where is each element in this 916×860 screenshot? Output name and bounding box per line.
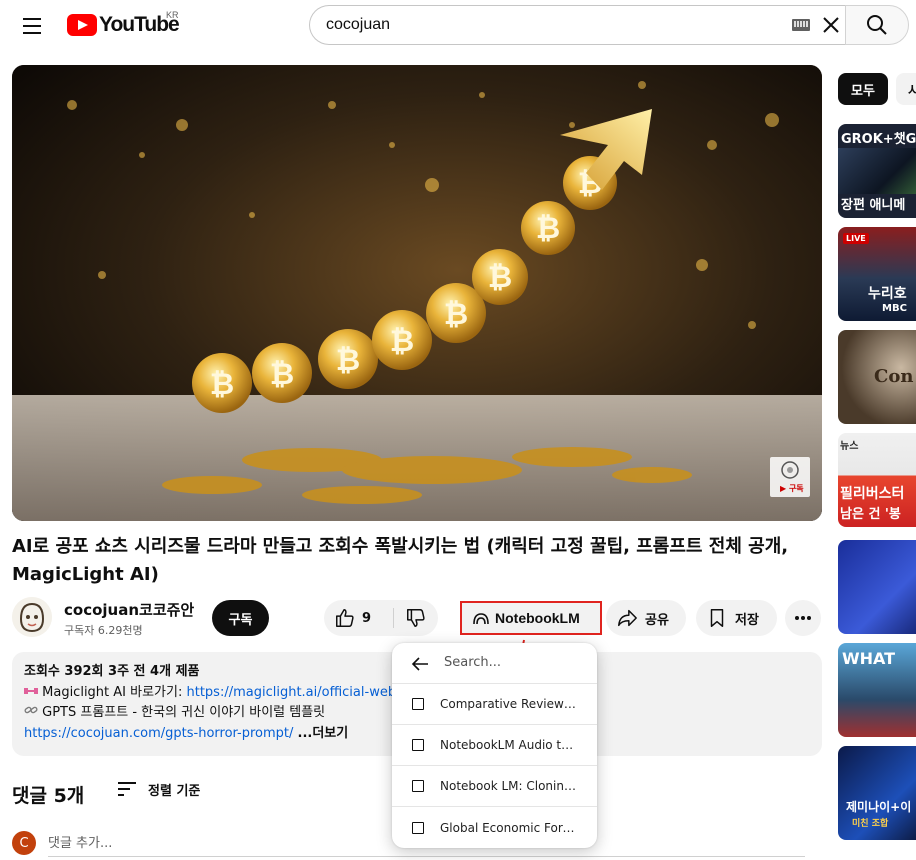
magiclight-link[interactable]: https://magiclight.ai/official-web [187,685,397,700]
thumbs-up-icon [336,609,354,627]
notebook-checkbox[interactable] [412,821,424,834]
notebook-option[interactable]: NotebookLM Audio to Video Guide [392,725,597,766]
chip-second[interactable]: 시 [896,73,916,105]
notebook-option-label: Comparative Reviews of AI Video Tools [440,697,580,711]
thumbnail-text: Con [874,366,914,387]
svg-text:₿: ₿ [390,324,414,359]
svg-text:₿: ₿ [270,357,294,392]
video-frame: ₿ ₿ ₿ ₿₿₿ ₿₿ [12,65,822,521]
video-player[interactable]: ₿ ₿ ₿ ₿ ₿ ₿ ₿ ₿ ▶ 구독 [12,65,822,521]
my-avatar[interactable]: C [12,831,36,855]
watermark-label: ▶ 구독 [780,484,804,493]
more-actions-button[interactable] [785,600,821,636]
recommended-video-thumbnail[interactable]: WHAT [838,643,916,737]
thumbnail-text: 제미나이+이 [846,800,912,814]
dropdown-search-input[interactable] [444,655,584,670]
thumbnail-text: 필리버스터 [840,486,905,502]
thumbnail-text: WHAT [842,649,896,668]
channel-avatar-icon [12,597,52,637]
thumbnail-text: 누리호 [868,286,907,302]
svg-text:₿: ₿ [488,260,512,295]
recommended-video-thumbnail[interactable]: GROK+챗GPT 장편 애니메 [838,124,916,218]
back-arrow-icon[interactable] [410,654,430,674]
thumbs-down-icon [407,609,425,627]
search-button[interactable] [845,5,909,45]
share-button[interactable]: 공유 [606,600,686,636]
dropdown-search-row [392,643,597,684]
sort-icon [118,782,136,796]
description-line-2-text: GPTS 프롬프트 - 한국의 귀신 이야기 바이럴 템플릿 [42,705,326,720]
video-title: AI로 공포 쇼츠 시리즈물 드라마 만들고 조회수 폭발시키는 법 (캐릭터 … [12,536,789,585]
top-bar: YouTube KR [0,0,916,52]
save-label: 저장 [735,612,759,628]
notebook-checkbox[interactable] [412,780,424,792]
notebook-checkbox[interactable] [412,698,424,710]
search-box [309,5,845,45]
notebooklm-button[interactable]: NotebookLM [460,601,602,635]
pink-dumbbell-icon [24,687,38,694]
search-input[interactable] [326,16,766,34]
show-more-button[interactable]: ...더보기 [298,726,349,741]
more-horizontal-icon [795,616,811,620]
thumbnail-text: GROK+챗GPT [841,132,916,147]
notebook-checkbox[interactable] [412,739,424,751]
like-button[interactable]: 9 [324,600,392,636]
sort-label: 정렬 기준 [148,783,201,799]
recommended-video-thumbnail[interactable]: Con [838,330,916,424]
gpts-prompt-link[interactable]: https://cocojuan.com/gpts-horror-prompt/ [24,726,293,741]
like-dislike-group: 9 [324,600,438,636]
notebook-select-dropdown: Comparative Reviews of AI Video Tools No… [392,643,597,848]
thumbnail-text: 뉴스 [840,441,859,452]
thumbnail-text: 장편 애니메 [841,198,906,213]
recommended-video-thumbnail[interactable]: 제미나이+이 미친 조합 [838,746,916,840]
svg-text:₿: ₿ [536,211,560,246]
search-icon [867,15,887,35]
notebooklm-icon [473,613,489,625]
country-code: KR [166,10,179,20]
subscribe-button[interactable]: 구독 [212,600,269,636]
share-label: 공유 [645,612,669,628]
channel-name[interactable]: cocojuan코코쥬안 [64,599,194,620]
like-count: 9 [362,610,372,626]
notebook-option-label: Notebook LM: Cloning Your Voice [440,779,580,793]
hamburger-menu-icon[interactable] [14,8,50,44]
link-icon [24,706,38,714]
svg-text:₿: ₿ [210,367,234,402]
thumbnail-text: MBC [882,303,907,314]
share-icon [618,609,637,627]
comments-count-heading: 댓글 5개 [12,785,85,807]
youtube-play-icon [67,14,97,36]
thumbnail-text: 미친 조합 [852,819,889,829]
notebooklm-label: NotebookLM [495,610,580,626]
bookmark-icon [710,609,724,627]
recommended-video-thumbnail[interactable] [838,540,916,634]
chip-all[interactable]: 모두 [838,73,888,105]
dislike-button[interactable] [394,600,438,636]
channel-watermark-icon [781,461,799,479]
subscribe-watermark[interactable]: ▶ 구독 [770,457,810,497]
notebook-option[interactable]: Global Economic Forecast [392,807,597,848]
description-line-1-text: Magiclight AI 바로가기: [42,684,187,700]
youtube-logo[interactable]: YouTube [67,12,180,38]
live-badge: LIVE [843,233,869,244]
recommended-video-thumbnail[interactable]: 뉴스 필리버스터 남은 건 '봉 [838,433,916,527]
notebook-option-label: NotebookLM Audio to Video Guide [440,738,580,752]
notebook-option[interactable]: Comparative Reviews of AI Video Tools [392,684,597,725]
svg-text:₿: ₿ [444,297,468,332]
channel-avatar[interactable] [12,597,52,637]
notebook-option-label: Global Economic Forecast [440,820,580,835]
recommended-video-thumbnail[interactable]: LIVE 누리호 MBC [838,227,916,321]
save-button[interactable]: 저장 [696,600,777,636]
notebook-option[interactable]: Notebook LM: Cloning Your Voice [392,766,597,807]
keyboard-icon[interactable] [792,19,810,31]
svg-text:₿: ₿ [336,343,360,378]
clear-search-icon[interactable] [818,12,844,38]
subscriber-count: 구독자 6.29천명 [64,624,143,637]
thumbnail-text: 남은 건 '봉 [840,507,901,522]
sort-comments-button[interactable]: 정렬 기준 [116,779,200,799]
